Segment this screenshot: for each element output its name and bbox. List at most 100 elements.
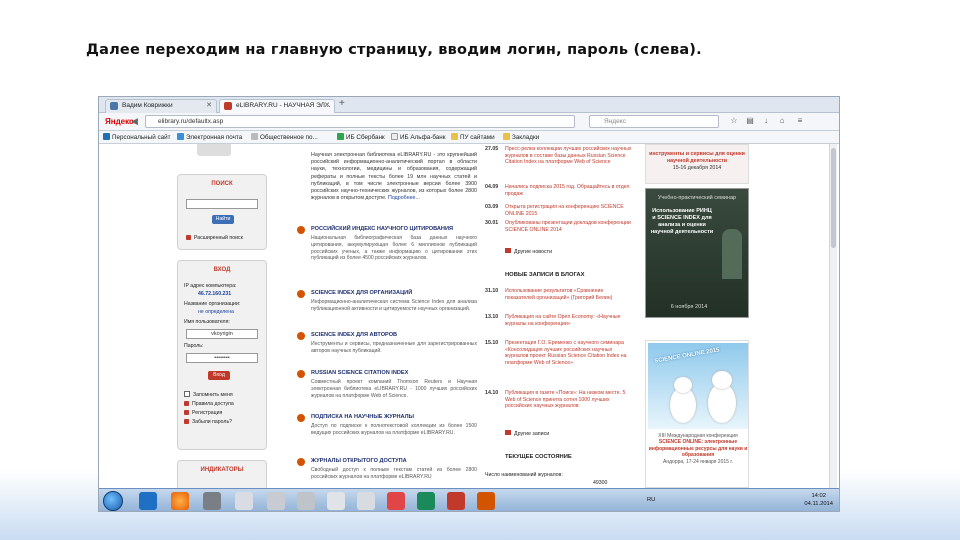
tab-elibrary[interactable]: eLIBRARY.RU - НАУЧНАЯ ЭЛ... ✕: [219, 99, 335, 113]
news-item[interactable]: 30.01 Опубликованы презентации докладов …: [485, 220, 635, 240]
close-icon[interactable]: ✕: [324, 100, 330, 112]
search-input[interactable]: Яндекс: [589, 115, 719, 128]
clock[interactable]: 14:02 04.11.2014: [804, 492, 833, 508]
username-field[interactable]: vkoyrigin: [186, 329, 258, 339]
music-icon[interactable]: [387, 492, 405, 510]
arrow-icon: [297, 332, 305, 340]
news-item[interactable]: 03.09 Открыта регистрация на конференцию…: [485, 204, 635, 220]
login-box: ВХОД IP адрес компьютера: 46.72.160.231 …: [177, 260, 267, 450]
tab-vk[interactable]: Вадим Коврижки ✕: [105, 99, 217, 113]
section-title[interactable]: SCIENCE INDEX ДЛЯ АВТОРОВ: [311, 332, 397, 338]
clipboard-icon[interactable]: ▤: [745, 116, 755, 126]
center-column: Научная электронная библиотека eLIBRARY.…: [287, 144, 477, 488]
search-input[interactable]: [186, 199, 258, 209]
adobe-icon[interactable]: [447, 492, 465, 510]
notes-icon[interactable]: [297, 492, 315, 510]
section-title[interactable]: РОССИЙСКИЙ ИНДЕКС НАУЧНОГО ЦИТИРОВАНИЯ: [311, 226, 453, 232]
scrollbar[interactable]: [829, 144, 837, 488]
address-bar[interactable]: elibrary.ru/defaultx.asp: [145, 115, 575, 128]
download-icon[interactable]: ↓: [761, 116, 771, 126]
status-title: ТЕКУЩЕЕ СОСТОЯНИЕ: [505, 454, 572, 460]
bookmark-item[interactable]: Закладки: [503, 131, 539, 144]
section-title[interactable]: ПОДПИСКА НА НАУЧНЫЕ ЖУРНАЛЫ: [311, 414, 414, 420]
menu-icon[interactable]: ≡: [795, 116, 805, 126]
start-button[interactable]: [103, 491, 123, 511]
section-rsci[interactable]: RUSSIAN SCIENCE CITATION INDEX Совместны…: [297, 370, 477, 410]
webpage: ПОИСК Найти Расширенный поиск ВХОД IP ад…: [99, 144, 839, 488]
powerpoint-icon[interactable]: [477, 492, 495, 510]
new-tab-button[interactable]: +: [339, 98, 345, 109]
section-open-access[interactable]: ЖУРНАЛЫ ОТКРЫТОГО ДОСТУПА Свободный дост…: [297, 458, 477, 488]
bookmark-item[interactable]: Персональный сайт: [103, 131, 171, 144]
more-link[interactable]: Подробнее...: [388, 195, 420, 201]
app-icon[interactable]: [327, 492, 345, 510]
section-authors[interactable]: SCIENCE INDEX ДЛЯ АВТОРОВ Инструменты и …: [297, 332, 477, 364]
page-icon: [391, 133, 398, 140]
bookmark-item[interactable]: Общественное по...: [251, 131, 318, 144]
elibrary-icon: [224, 102, 232, 110]
password-field[interactable]: ••••••••: [186, 353, 258, 363]
folder-icon[interactable]: [235, 492, 253, 510]
logo-image: [197, 144, 231, 156]
arrow-icon: [297, 414, 305, 422]
advanced-search-link[interactable]: Расширенный поиск: [186, 235, 243, 241]
forgot-password-link[interactable]: Забыли пароль?: [184, 419, 232, 425]
section-org[interactable]: SCIENCE INDEX ДЛЯ ОРГАНИЗАЦИЙ Информацио…: [297, 290, 477, 330]
login-title: ВХОД: [213, 267, 231, 273]
calendar-icon[interactable]: [267, 492, 285, 510]
blog-item[interactable]: 15.10 Презентация Г.О. Еременко с научно…: [485, 340, 635, 384]
tab-label: Вадим Коврижки: [122, 102, 173, 109]
home-icon[interactable]: ⌂: [777, 116, 787, 126]
bookmark-item[interactable]: ИБ Сбербанк: [337, 131, 385, 144]
checkbox-icon[interactable]: [184, 391, 190, 397]
app-icon[interactable]: [357, 492, 375, 510]
firefox-icon[interactable]: [171, 492, 189, 510]
more-news-link[interactable]: Другие новости: [505, 248, 552, 255]
bookmark-item[interactable]: Электронная почта: [177, 131, 242, 144]
browser-screenshot: Вадим Коврижки ✕ eLIBRARY.RU - НАУЧНАЯ Э…: [98, 96, 840, 512]
status-value: 49300: [593, 480, 608, 486]
blog-item[interactable]: 13.10 Публикация на сайте Open Economy: …: [485, 314, 635, 336]
blog-item[interactable]: 14.10 Публикация в газете «Поиск»: На ни…: [485, 390, 635, 426]
more-blogs-link[interactable]: Другие записи: [505, 430, 549, 437]
ad-banner-conference[interactable]: SCIENCE ONLINE 2015 XIII Международная к…: [645, 340, 749, 488]
access-rules-link[interactable]: Правила доступа: [184, 401, 234, 407]
arrow-icon: [505, 248, 511, 253]
remember-checkbox[interactable]: Запомнить меня: [184, 391, 233, 398]
indicators-title: ИНДИКАТОРЫ: [200, 467, 244, 473]
folder-icon: [503, 133, 510, 140]
login-button[interactable]: Вход: [208, 371, 230, 380]
back-icon[interactable]: ◀: [131, 116, 138, 126]
ad-banner-seminar[interactable]: Учебно-практический семинар Использовани…: [645, 188, 749, 318]
bookmark-item[interactable]: ИБ Альфа-банк: [391, 131, 446, 144]
scrollbar-thumb[interactable]: [831, 148, 836, 248]
section-title[interactable]: SCIENCE INDEX ДЛЯ ОРГАНИЗАЦИЙ: [311, 290, 412, 296]
close-icon[interactable]: ✕: [206, 100, 212, 112]
news-item[interactable]: 04.09 Начались подписка 2015 год. Обраща…: [485, 184, 635, 204]
star-icon[interactable]: ☆: [729, 116, 739, 126]
windows-taskbar: RU 14:02 04.11.2014: [99, 488, 839, 511]
section-text: Совместный проект компаний Thomson Reute…: [311, 379, 477, 399]
onedrive-icon[interactable]: [139, 492, 157, 510]
bullet-icon: [184, 401, 189, 406]
conference-text: XIII Международная конференция SCIENCE O…: [648, 433, 748, 465]
search-button[interactable]: Найти: [212, 215, 234, 224]
qq-icon[interactable]: [417, 492, 435, 510]
bookmark-item[interactable]: ПУ сайтами: [451, 131, 495, 144]
section-title[interactable]: RUSSIAN SCIENCE CITATION INDEX: [311, 370, 408, 376]
ad-banner-top[interactable]: инструменты и сервисы для оценки научной…: [645, 144, 749, 184]
register-link[interactable]: Регистрация: [184, 410, 222, 416]
bookmark-icon: [103, 133, 110, 140]
password-label: Пароль:: [184, 343, 204, 349]
section-subscription[interactable]: ПОДПИСКА НА НАУЧНЫЕ ЖУРНАЛЫ Доступ по по…: [297, 414, 477, 450]
navigation-bar: Яндекс ◀ elibrary.ru/defaultx.asp Яндекс…: [99, 113, 839, 131]
section-rinc[interactable]: РОССИЙСКИЙ ИНДЕКС НАУЧНОГО ЦИТИРОВАНИЯ Н…: [297, 226, 477, 278]
app-icon[interactable]: [203, 492, 221, 510]
section-title[interactable]: ЖУРНАЛЫ ОТКРЫТОГО ДОСТУПА: [311, 458, 407, 464]
news-column: 27.05 Пресс-релиз коллекции лучших росси…: [485, 144, 635, 488]
language-indicator[interactable]: RU: [647, 497, 655, 503]
news-item[interactable]: 27.05 Пресс-релиз коллекции лучших росси…: [485, 146, 635, 184]
section-text: Свободный доступ к полным текстам статей…: [311, 467, 477, 480]
section-text: Доступ по подписке к полнотекстовой колл…: [311, 423, 477, 436]
blog-item[interactable]: 31.10 Использование результатов «Сравнен…: [485, 288, 635, 310]
